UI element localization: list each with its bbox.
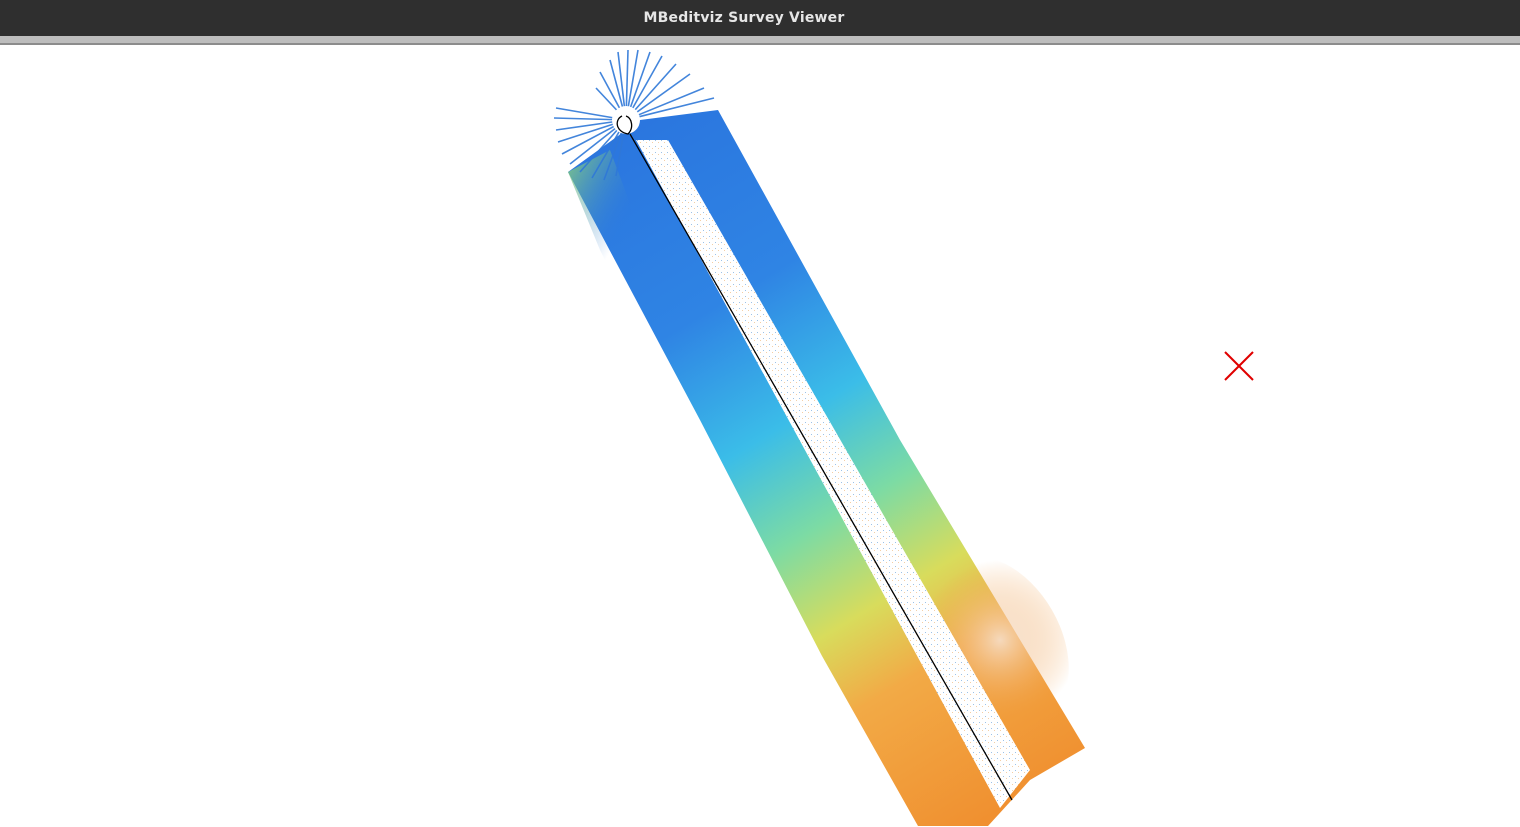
nadir-gap: [636, 140, 1030, 808]
bathymetry-swath: [568, 110, 1085, 826]
title-divider: [0, 36, 1520, 45]
title-bar[interactable]: MBeditviz Survey Viewer: [0, 0, 1520, 36]
survey-canvas[interactable]: [0, 47, 1520, 827]
ping-fan-hub: [612, 106, 640, 134]
window-title: MBeditviz Survey Viewer: [643, 10, 845, 26]
x-cross-icon[interactable]: [1224, 351, 1254, 381]
app-window: MBeditviz Survey Viewer: [0, 0, 1520, 827]
survey-3d-viewer[interactable]: [0, 47, 1520, 827]
